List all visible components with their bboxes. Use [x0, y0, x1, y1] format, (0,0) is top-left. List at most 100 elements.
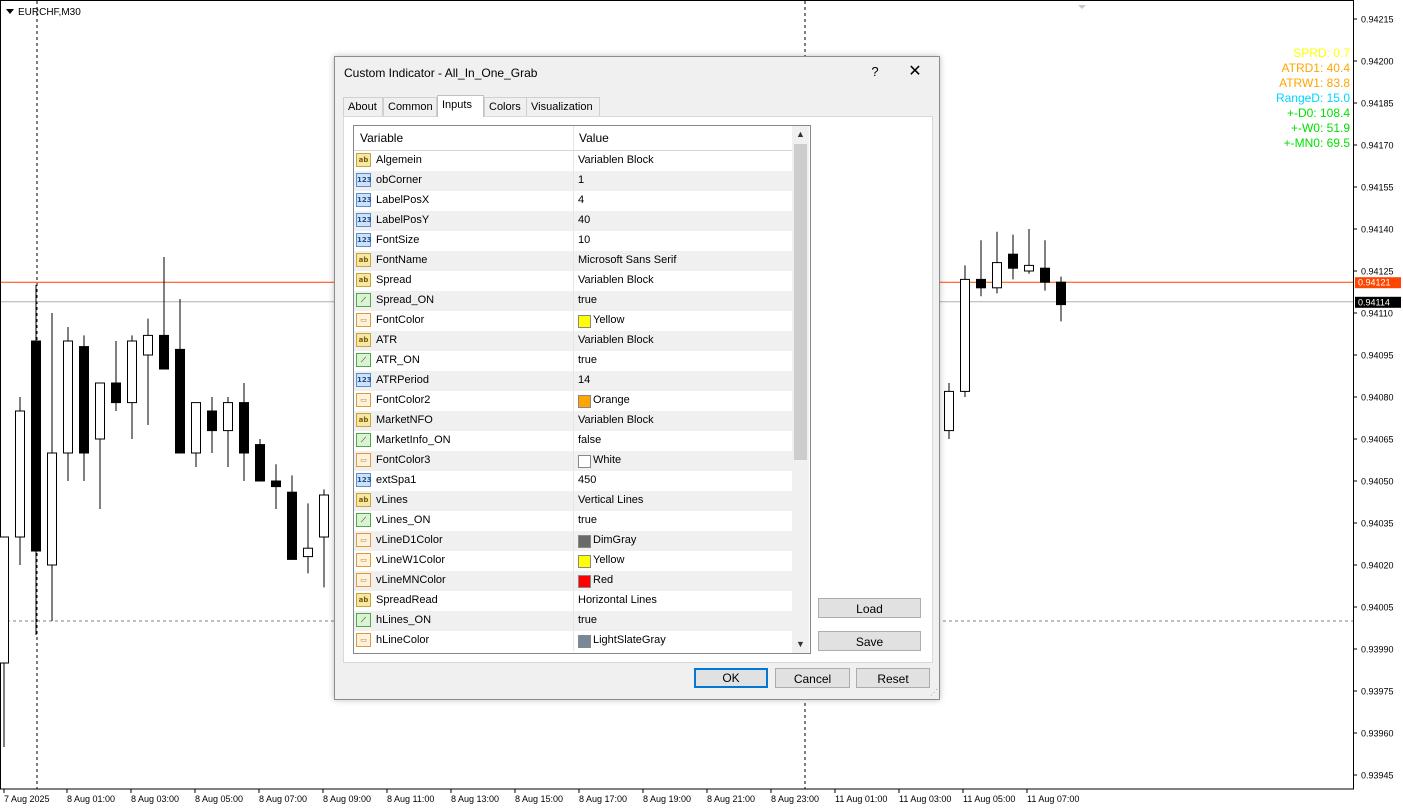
table-row[interactable]: 123 LabelPosY 40	[354, 211, 792, 231]
column-header-variable[interactable]: Variable	[354, 126, 573, 150]
table-row[interactable]: 123 FontSize 10	[354, 231, 792, 251]
table-row[interactable]: ▭ hLineColor LightSlateGray	[354, 631, 792, 651]
color-swatch	[578, 635, 591, 648]
value-cell[interactable]: Yellow	[573, 551, 793, 571]
value-cell[interactable]: White	[573, 451, 793, 471]
bear-candle	[159, 334, 169, 370]
value-cell[interactable]: 4	[573, 191, 793, 211]
value-cell[interactable]: DimGray	[573, 531, 793, 551]
variable-cell: 123 LabelPosY	[354, 211, 573, 231]
table-row[interactable]: 123 ATRPeriod 14	[354, 371, 792, 391]
scroll-down-icon[interactable]: ▼	[792, 636, 809, 653]
ok-button[interactable]: OK	[694, 668, 768, 688]
value-cell[interactable]: Red	[573, 571, 793, 591]
table-row[interactable]: ab FontName Microsoft Sans Serif	[354, 251, 792, 271]
bull-candle	[1024, 264, 1034, 272]
color-swatch	[578, 535, 591, 548]
value-cell[interactable]: 1	[573, 171, 793, 191]
variable-name: FontName	[376, 254, 428, 266]
value-cell[interactable]: LightSlateGray	[573, 631, 793, 651]
value-cell[interactable]: Microsoft Sans Serif	[573, 251, 793, 271]
table-row[interactable]: ⟋ ATR_ON true	[354, 351, 792, 371]
load-button[interactable]: Load	[818, 598, 921, 618]
bull-candle	[944, 390, 954, 432]
value-cell[interactable]: Variablen Block	[573, 271, 793, 291]
value-cell[interactable]: Orange	[573, 391, 793, 411]
tab-common[interactable]: Common	[383, 97, 437, 117]
variable-value: DimGray	[593, 534, 637, 546]
table-row[interactable]: ab SpreadRead Horizontal Lines	[354, 591, 792, 611]
type-color-icon: ▭	[356, 633, 371, 647]
price-axis-label: 0.94155	[1361, 183, 1394, 193]
value-cell[interactable]: Yellow	[573, 311, 793, 331]
table-row[interactable]: 123 extSpa1 450	[354, 471, 792, 491]
value-cell[interactable]: Horizontal Lines	[573, 591, 793, 611]
table-row[interactable]: ▭ vLineW1Color Yellow	[354, 551, 792, 571]
variable-name: vLineW1Color	[376, 554, 446, 566]
vertical-scrollbar[interactable]: ▲ ▼	[792, 126, 809, 653]
value-cell[interactable]: true	[573, 291, 793, 311]
table-row[interactable]: ▭ FontColor2 Orange	[354, 391, 792, 411]
table-row[interactable]: ▭ FontColor3 White	[354, 451, 792, 471]
table-row[interactable]: 123 obCorner 1	[354, 171, 792, 191]
value-cell[interactable]: true	[573, 511, 793, 531]
value-cell[interactable]: 450	[573, 471, 793, 491]
table-row[interactable]: ab vLines Vertical Lines	[354, 491, 792, 511]
variable-cell: ab SpreadRead	[354, 591, 573, 611]
resize-grip-icon[interactable]: ⋰	[928, 688, 938, 698]
type-ab-icon: ab	[356, 413, 371, 427]
cancel-button[interactable]: Cancel	[775, 668, 850, 688]
scroll-thumb[interactable]	[794, 144, 807, 460]
variable-value: true	[578, 614, 597, 626]
variable-cell: 123 extSpa1	[354, 471, 573, 491]
table-row[interactable]: ▭ FontColor Yellow	[354, 311, 792, 331]
time-axis-label: 7 Aug 2025	[4, 794, 50, 804]
reset-button[interactable]: Reset	[856, 668, 930, 688]
tab-colors[interactable]: Colors	[484, 97, 528, 117]
scroll-up-icon[interactable]: ▲	[792, 126, 809, 143]
bull-candle	[303, 547, 313, 558]
value-cell[interactable]: 10	[573, 231, 793, 251]
value-cell[interactable]: Vertical Lines	[573, 491, 793, 511]
variable-name: obCorner	[376, 174, 422, 186]
value-cell[interactable]: 14	[573, 371, 793, 391]
table-row[interactable]: ⟋ MarketInfo_ON false	[354, 431, 792, 451]
table-row[interactable]: ▭ vLineD1Color DimGray	[354, 531, 792, 551]
chart-symbol-title[interactable]: EURCHF,M30	[6, 7, 81, 18]
table-row[interactable]: ab ATR Variablen Block	[354, 331, 792, 351]
table-row[interactable]: ab Algemein Variablen Block	[354, 151, 792, 171]
table-row[interactable]: ▭ vLineMNColor Red	[354, 571, 792, 591]
value-cell[interactable]: 40	[573, 211, 793, 231]
save-button[interactable]: Save	[818, 631, 921, 651]
table-row[interactable]: ab Spread Variablen Block	[354, 271, 792, 291]
stat-line: RangeD: 15.0	[1275, 91, 1350, 105]
type-num-icon: 123	[356, 213, 372, 227]
table-row[interactable]: ⟋ Spread_ON true	[354, 291, 792, 311]
value-cell[interactable]: Variablen Block	[573, 151, 793, 171]
bull-candle	[992, 262, 1002, 289]
help-button[interactable]: ?	[863, 61, 887, 83]
variable-name: Algemein	[376, 154, 422, 166]
value-cell[interactable]: true	[573, 611, 793, 631]
tab-visualization[interactable]: Visualization	[526, 97, 600, 117]
value-cell[interactable]: Variablen Block	[573, 411, 793, 431]
table-row[interactable]: ab MarketNFO Variablen Block	[354, 411, 792, 431]
variable-value: Microsoft Sans Serif	[578, 254, 677, 266]
variable-value: true	[578, 514, 597, 526]
color-swatch	[578, 555, 591, 568]
bear-candle	[1040, 267, 1050, 283]
value-cell[interactable]: false	[573, 431, 793, 451]
time-axis-label: 8 Aug 17:00	[579, 794, 627, 804]
close-icon[interactable]: ✕	[903, 61, 927, 83]
column-header-value[interactable]: Value	[573, 126, 792, 150]
tab-about[interactable]: About	[343, 97, 383, 117]
value-cell[interactable]: Variablen Block	[573, 331, 793, 351]
price-axis-label: 0.94125	[1361, 267, 1394, 277]
variable-name: ATR	[376, 334, 398, 346]
table-row[interactable]: 123 LabelPosX 4	[354, 191, 792, 211]
table-row[interactable]: ⟋ hLines_ON true	[354, 611, 792, 631]
tab-inputs[interactable]: Inputs	[437, 95, 484, 117]
ask-price-label: 0.94114	[1358, 297, 1390, 307]
table-row[interactable]: ⟋ vLines_ON true	[354, 511, 792, 531]
value-cell[interactable]: true	[573, 351, 793, 371]
